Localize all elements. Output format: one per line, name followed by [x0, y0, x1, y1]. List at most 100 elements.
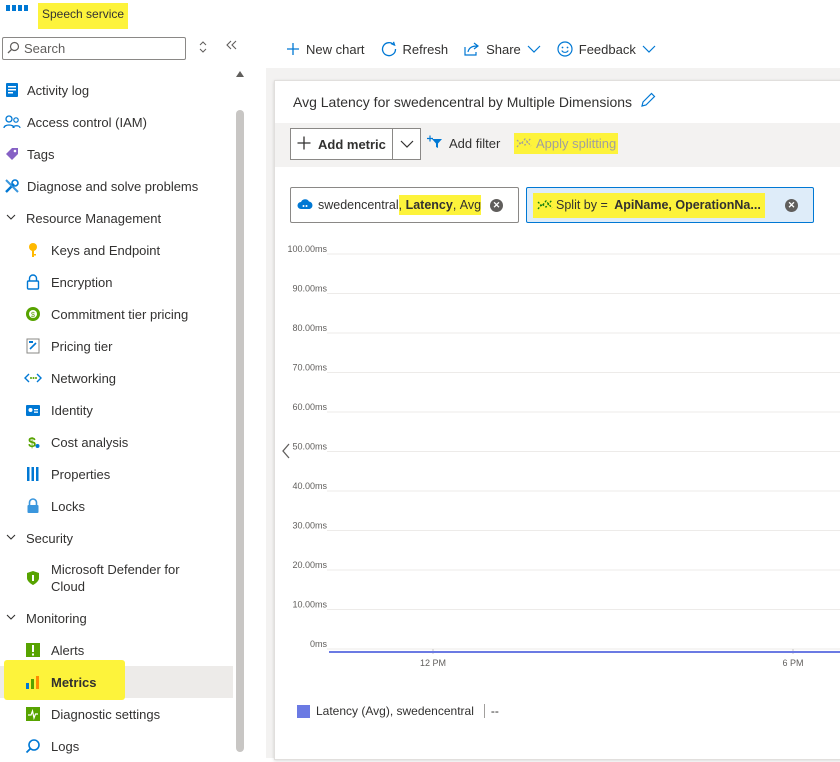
activity-log-icon — [3, 81, 21, 99]
sidebar-item-defender[interactable]: Microsoft Defender for Cloud — [0, 558, 233, 598]
refresh-button[interactable]: Refresh — [381, 41, 449, 57]
pricing-tier-icon — [24, 337, 42, 355]
add-filter-button[interactable]: Add filter — [427, 135, 500, 152]
y-tick-label: 100.00ms — [287, 244, 327, 254]
search-icon — [7, 41, 20, 57]
new-chart-button[interactable]: New chart — [286, 42, 365, 57]
group-monitoring[interactable]: Monitoring — [0, 602, 233, 634]
split-prefix: Split by = — [556, 198, 612, 212]
latency-chart: 100.00ms 90.00ms 80.00ms 70.00ms 60.00ms 50.0… — [287, 244, 840, 668]
chart-title-text: Avg Latency for swedencentral by Multipl… — [293, 93, 633, 110]
split-value: ApiName, OperationNa... — [614, 198, 761, 212]
sidebar-item-activity-log[interactable]: Activity log — [0, 74, 233, 106]
sidebar-item-label: Diagnostic settings — [51, 706, 161, 722]
cost-analysis-icon: $ — [24, 433, 42, 451]
sidebar-item-logs[interactable]: Logs — [0, 730, 233, 762]
commitment-icon: $ — [24, 305, 42, 323]
sidebar-item-label: Properties — [51, 466, 111, 482]
sidebar-item-tags[interactable]: Tags — [0, 138, 233, 170]
apply-splitting-label: Apply splitting — [536, 136, 617, 151]
chart-legend[interactable]: Latency (Avg), swedencentral -- — [297, 704, 499, 718]
search-box[interactable] — [2, 37, 186, 60]
sidebar-item-label: Keys and Endpoint — [51, 242, 161, 258]
add-metric-dropdown[interactable] — [393, 129, 420, 159]
group-resource-management[interactable]: Resource Management — [0, 202, 233, 234]
sidebar-item-properties[interactable]: Properties — [0, 458, 233, 490]
splitting-icon — [516, 135, 532, 152]
sidebar-item-label: Microsoft Defender for Cloud — [51, 562, 180, 594]
plus-icon — [286, 42, 300, 56]
sidebar-item-networking[interactable]: Networking — [0, 362, 233, 394]
smiley-icon — [557, 41, 573, 57]
feedback-label: Feedback — [578, 41, 636, 57]
metric-pill[interactable]: swedencentral , Latency, Avg ✕ — [290, 187, 519, 223]
y-tick-label: 10.00ms — [292, 600, 327, 610]
metric-aggregation: Avg — [459, 198, 482, 212]
scroll-up-icon[interactable] — [236, 70, 244, 80]
chevron-down-icon — [6, 612, 16, 624]
share-icon — [464, 42, 480, 56]
y-tick-label: 70.00ms — [292, 363, 327, 373]
edit-pencil-icon[interactable] — [640, 92, 656, 111]
sidebar-item-cost-analysis[interactable]: $ Cost analysis — [0, 426, 233, 458]
sidebar: Activity log Access control (IAM) Tags D… — [0, 74, 236, 754]
sidebar-item-identity[interactable]: Identity — [0, 394, 233, 426]
feedback-button[interactable]: Feedback — [557, 41, 656, 57]
y-tick-label: 90.00ms — [292, 284, 327, 294]
svg-text:$: $ — [31, 312, 35, 319]
split-highlight: Split by = ApiName, OperationNa... — [533, 192, 765, 218]
legend-series-name: Latency (Avg), swedencentral — [316, 704, 474, 718]
sidebar-item-label: Tags — [27, 146, 55, 162]
splitting-icon — [537, 197, 553, 214]
split-pill[interactable]: Split by = ApiName, OperationNa... ✕ — [526, 187, 814, 223]
chevron-left-icon[interactable] — [281, 443, 291, 464]
toolbar: New chart Refresh Share Feedback — [286, 38, 656, 60]
refresh-icon — [381, 41, 397, 57]
add-filter-icon — [427, 135, 443, 152]
sidebar-item-diagnostic-settings[interactable]: Diagnostic settings — [0, 698, 233, 730]
expand-collapse-icon[interactable] — [196, 40, 210, 58]
sidebar-item-commitment-tier[interactable]: $ Commitment tier pricing — [0, 298, 233, 330]
metric-separator: , — [398, 198, 403, 212]
group-security[interactable]: Security — [0, 522, 233, 554]
y-tick-label: 80.00ms — [292, 323, 327, 333]
metric-separator: , — [452, 198, 457, 212]
sidebar-scrollbar[interactable] — [236, 110, 244, 752]
add-metric-button[interactable]: Add metric — [291, 129, 393, 159]
sidebar-item-label: Diagnose and solve problems — [27, 178, 199, 194]
properties-icon — [24, 465, 42, 483]
group-label: Security — [26, 530, 73, 546]
sidebar-item-encryption[interactable]: Encryption — [0, 266, 233, 298]
shield-icon — [24, 569, 42, 587]
apply-splitting-button[interactable]: Apply splitting — [514, 133, 619, 154]
sidebar-item-keys-endpoint[interactable]: Keys and Endpoint — [0, 234, 233, 266]
chevron-down-icon — [527, 45, 541, 54]
metric-highlight: , Latency, Avg — [398, 195, 482, 215]
legend-value: -- — [483, 704, 499, 718]
metric-name: Latency — [405, 198, 453, 212]
remove-split-icon[interactable]: ✕ — [785, 199, 798, 212]
sidebar-item-label: Encryption — [51, 274, 113, 290]
share-label: Share — [486, 41, 521, 57]
y-tick-label: 50.00ms — [292, 442, 327, 452]
metrics-icon — [24, 673, 42, 691]
chevron-down-icon — [6, 212, 16, 224]
share-button[interactable]: Share — [464, 42, 541, 57]
networking-icon — [24, 369, 42, 387]
sidebar-item-pricing-tier[interactable]: Pricing tier — [0, 330, 233, 362]
sidebar-item-locks[interactable]: Locks — [0, 490, 233, 522]
sidebar-item-label: Locks — [51, 498, 85, 514]
chevron-down-icon — [400, 137, 414, 152]
sidebar-item-diagnose[interactable]: Diagnose and solve problems — [0, 170, 233, 202]
x-tick-label: 6 PM — [782, 658, 803, 668]
identity-icon — [24, 401, 42, 419]
sidebar-item-metrics[interactable]: Metrics — [0, 660, 233, 700]
sidebar-item-label: Logs — [51, 738, 80, 754]
collapse-sidebar-icon[interactable] — [224, 38, 240, 58]
refresh-label: Refresh — [402, 41, 449, 57]
search-input[interactable] — [24, 41, 174, 56]
group-label: Monitoring — [26, 610, 87, 626]
remove-metric-icon[interactable]: ✕ — [490, 199, 503, 212]
chart-title: Avg Latency for swedencentral by Multipl… — [293, 92, 656, 111]
sidebar-item-iam[interactable]: Access control (IAM) — [0, 106, 233, 138]
